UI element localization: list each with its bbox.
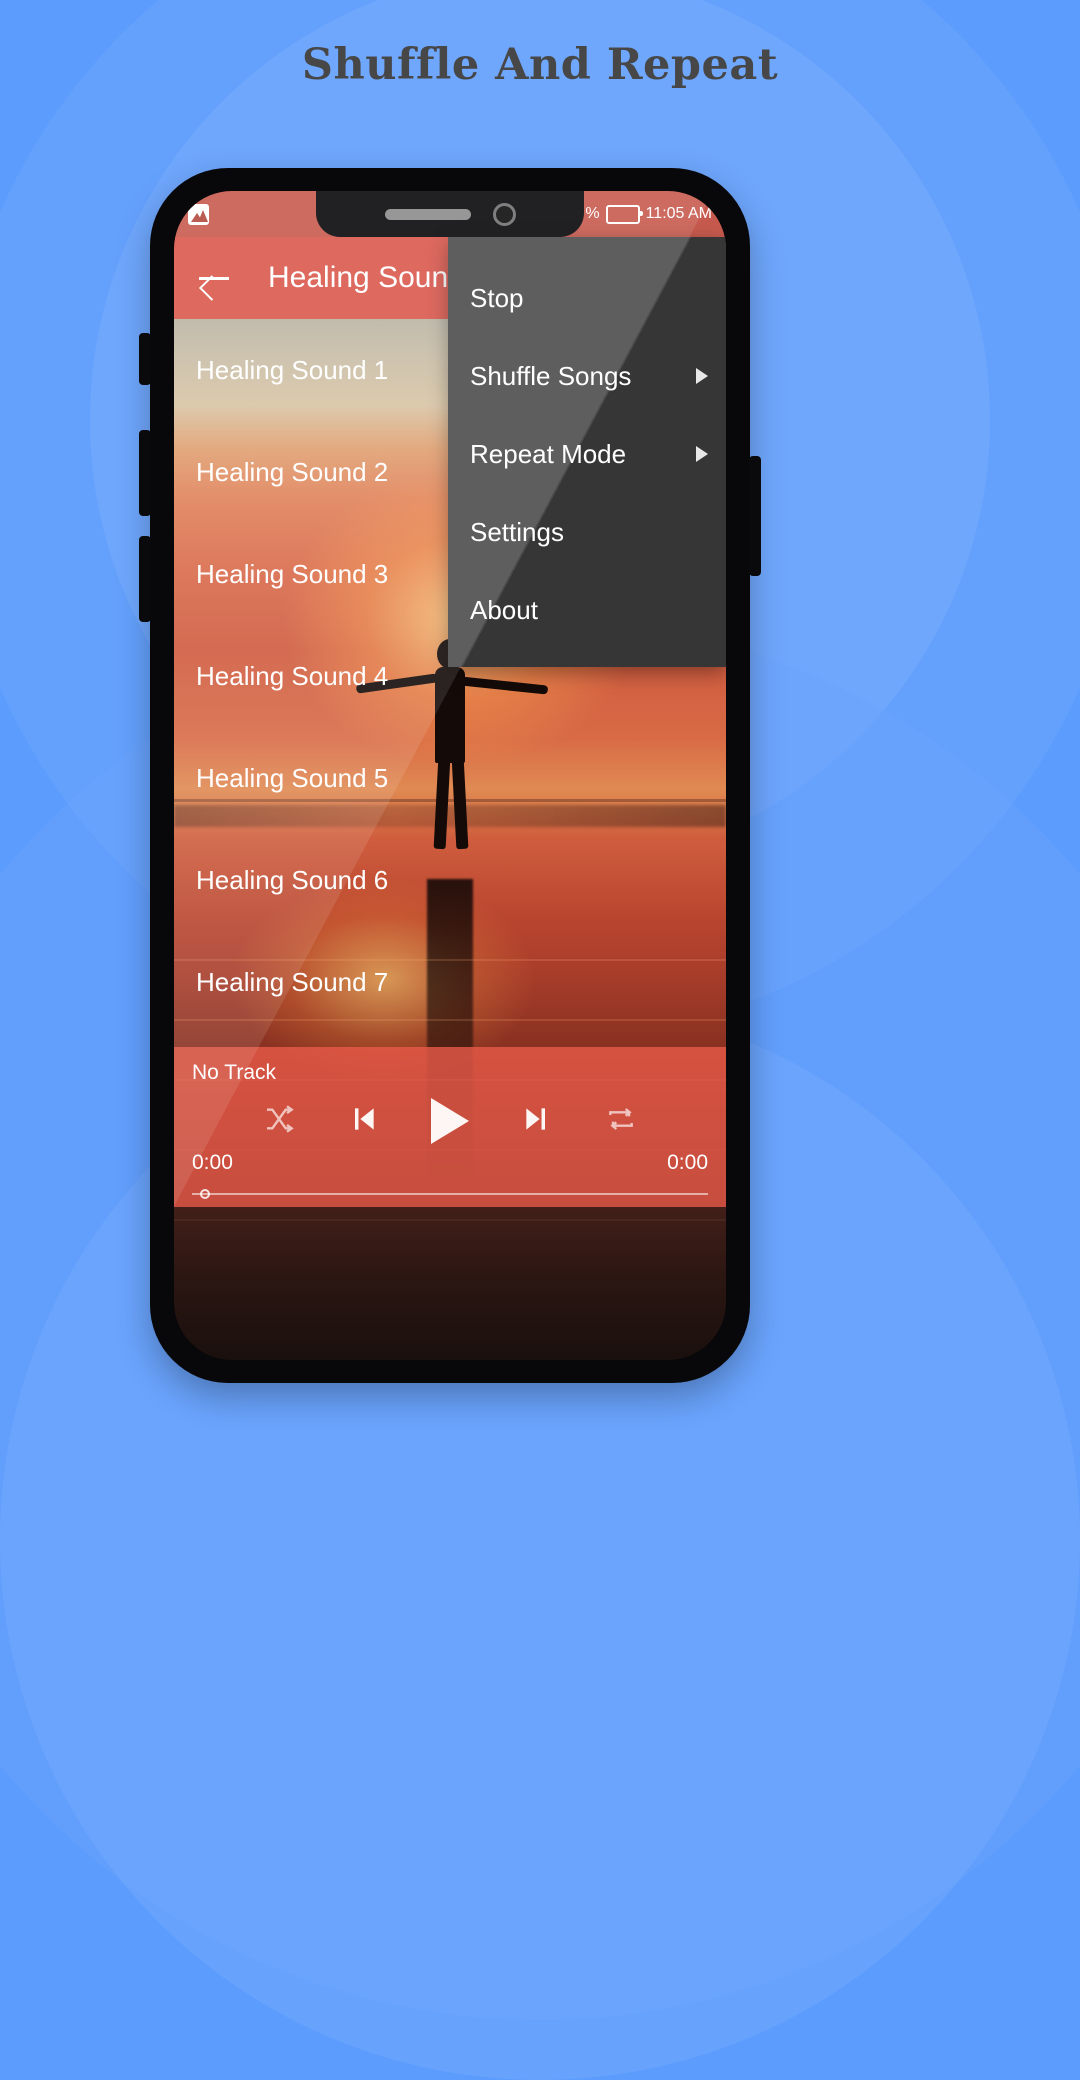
player-times: 0:00 0:00 <box>192 1151 708 1175</box>
battery-icon <box>605 204 643 224</box>
phone-volume-down-button <box>139 536 151 622</box>
skip-previous-icon[interactable] <box>345 1103 381 1140</box>
menu-item-shuffle-songs[interactable]: Shuffle Songs <box>448 337 726 415</box>
list-item[interactable]: Healing Sound 7 <box>174 931 726 1033</box>
chevron-right-icon <box>696 368 708 384</box>
shuffle-icon[interactable] <box>263 1103 295 1140</box>
skip-next-icon[interactable] <box>519 1103 555 1140</box>
back-arrow-icon[interactable] <box>196 260 232 296</box>
total-time: 0:00 <box>667 1151 708 1174</box>
player-controls <box>192 1093 708 1149</box>
page-title: Shuffle And Repeat <box>301 40 779 90</box>
status-bar-left <box>188 203 209 225</box>
seek-track <box>192 1193 708 1195</box>
earpiece-speaker <box>384 208 471 220</box>
phone-power-button <box>749 456 761 576</box>
overflow-menu: Stop Shuffle Songs Repeat Mode Settings … <box>448 237 726 667</box>
seek-thumb[interactable] <box>200 1189 210 1199</box>
menu-item-label: Settings <box>470 516 564 547</box>
song-title: Healing Sound 6 <box>196 864 389 895</box>
status-bar-right: % 11:05 AM <box>585 204 712 224</box>
list-item[interactable]: Healing Sound 6 <box>174 829 726 931</box>
player-bar: No Track 0:00 0:00 <box>174 1047 726 1207</box>
seek-bar[interactable] <box>192 1189 708 1199</box>
phone-mute-switch <box>139 333 151 385</box>
current-track-label: No Track <box>192 1061 277 1084</box>
song-title: Healing Sound 5 <box>196 762 389 793</box>
song-title: Healing Sound 4 <box>196 660 389 691</box>
menu-item-stop[interactable]: Stop <box>448 259 726 337</box>
menu-item-label: About <box>470 594 538 625</box>
song-title: Healing Sound 3 <box>196 558 389 589</box>
repeat-icon[interactable] <box>605 1103 637 1140</box>
song-title: Healing Sound 2 <box>196 456 389 487</box>
menu-item-label: Shuffle Songs <box>470 360 632 391</box>
song-title: Healing Sound 7 <box>196 966 389 997</box>
phone-screen: Healing Sound 1 Healing Sound 2 Healing … <box>174 191 726 1360</box>
list-item[interactable]: Healing Sound 5 <box>174 727 726 829</box>
menu-item-label: Repeat Mode <box>470 438 627 469</box>
menu-item-repeat-mode[interactable]: Repeat Mode <box>448 415 726 493</box>
front-camera <box>492 202 516 226</box>
status-bar-clock: 11:05 AM <box>645 205 712 222</box>
photo-icon <box>188 203 209 225</box>
elapsed-time: 0:00 <box>192 1151 233 1174</box>
menu-item-label: Stop <box>470 282 524 313</box>
phone-mockup: Healing Sound 1 Healing Sound 2 Healing … <box>139 168 761 1383</box>
battery-percent-label: % <box>585 205 600 222</box>
phone-volume-up-button <box>139 430 151 516</box>
song-title: Healing Sound 1 <box>196 354 389 385</box>
menu-item-settings[interactable]: Settings <box>448 493 726 571</box>
chevron-right-icon <box>696 446 708 462</box>
menu-item-about[interactable]: About <box>448 571 726 649</box>
phone-notch <box>316 191 584 237</box>
play-icon[interactable] <box>431 1098 469 1144</box>
